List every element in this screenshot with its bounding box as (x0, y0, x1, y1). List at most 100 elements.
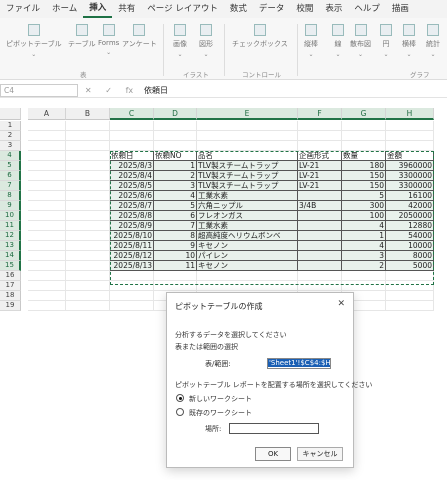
cell[interactable] (28, 181, 66, 191)
cell[interactable] (386, 141, 434, 151)
new-worksheet-radio[interactable] (176, 394, 184, 402)
cell[interactable] (110, 131, 154, 141)
table-cell[interactable]: 150 (342, 171, 386, 181)
cell[interactable] (28, 151, 66, 161)
cell[interactable] (298, 281, 342, 291)
cell[interactable] (28, 161, 66, 171)
menu-file[interactable]: ファイル (0, 0, 46, 18)
table-cell[interactable] (298, 211, 342, 221)
table-cell[interactable]: 4 (342, 241, 386, 251)
table-cell[interactable]: 3300000 (386, 181, 434, 191)
table-cell[interactable]: 2025/8/6 (110, 191, 154, 201)
cell[interactable] (342, 131, 386, 141)
cell[interactable] (154, 271, 197, 281)
table-cell[interactable]: 4 (154, 191, 197, 201)
table-cell[interactable]: パイレン (197, 251, 298, 261)
table-cell[interactable]: 5 (342, 191, 386, 201)
statistics-chart-button[interactable]: 統計 ⌄ (426, 24, 440, 58)
table-cell[interactable]: 2025/8/4 (110, 171, 154, 181)
table-cell[interactable]: 9 (154, 241, 197, 251)
cell[interactable] (28, 121, 66, 131)
table-cell[interactable]: キセノン (197, 261, 298, 271)
formula-input[interactable]: 依頼日 (140, 84, 447, 97)
menu-draw[interactable]: 描画 (386, 0, 415, 18)
table-cell[interactable]: 1 (342, 231, 386, 241)
pivottable-button[interactable]: ピボットテーブル ⌄ (6, 24, 62, 58)
cell[interactable] (66, 121, 110, 131)
cell[interactable] (28, 291, 66, 301)
table-cell[interactable]: 8 (154, 231, 197, 241)
menu-formulas[interactable]: 数式 (224, 0, 253, 18)
scatter-chart-button[interactable]: 散布図 ⌄ (350, 24, 371, 58)
cell[interactable] (66, 171, 110, 181)
table-cell[interactable] (298, 251, 342, 261)
table-header-cell[interactable]: 依頼日 (110, 151, 154, 161)
fx-icon[interactable]: fx (126, 86, 134, 95)
row-header-4[interactable]: 4 (0, 151, 21, 161)
cell[interactable] (197, 131, 298, 141)
menu-data[interactable]: データ (253, 0, 291, 18)
cell[interactable] (66, 211, 110, 221)
cell[interactable] (28, 301, 66, 311)
cell[interactable] (66, 291, 110, 301)
cell[interactable] (28, 221, 66, 231)
table-cell[interactable]: 2 (154, 171, 197, 181)
table-cell[interactable]: 3960000 (386, 161, 434, 171)
cell[interactable] (66, 251, 110, 261)
cell[interactable] (197, 141, 298, 151)
cell[interactable] (28, 171, 66, 181)
table-cell[interactable]: 超高純度ヘリウムボンベ (197, 231, 298, 241)
table-cell[interactable]: 300 (342, 201, 386, 211)
cell[interactable] (66, 281, 110, 291)
enter-icon[interactable]: ✓ (105, 86, 112, 95)
row-header-16[interactable]: 16 (0, 271, 21, 281)
name-box[interactable]: C4 (0, 84, 78, 97)
cell[interactable] (298, 271, 342, 281)
column-header-B[interactable]: B (66, 108, 110, 120)
row-header-11[interactable]: 11 (0, 221, 21, 231)
row-header-14[interactable]: 14 (0, 251, 21, 261)
table-cell[interactable]: フレオンガス (197, 211, 298, 221)
cell[interactable] (110, 301, 154, 311)
row-header-2[interactable]: 2 (0, 131, 21, 141)
cell[interactable] (28, 211, 66, 221)
table-cell[interactable]: 2025/8/12 (110, 251, 154, 261)
cancel-icon[interactable]: ✕ (85, 86, 92, 95)
cell[interactable] (66, 231, 110, 241)
table-cell[interactable]: 54000 (386, 231, 434, 241)
table-cell[interactable]: LV-21 (298, 161, 342, 171)
table-cell[interactable] (298, 231, 342, 241)
close-icon[interactable]: ✕ (337, 299, 345, 309)
table-cell[interactable] (298, 191, 342, 201)
table-cell[interactable]: 5000 (386, 261, 434, 271)
column-header-E[interactable]: E (197, 108, 298, 120)
cell[interactable] (66, 201, 110, 211)
select-all-corner[interactable] (0, 108, 21, 120)
cell[interactable] (154, 281, 197, 291)
row-header-3[interactable]: 3 (0, 141, 21, 151)
table-cell[interactable]: 3 (342, 251, 386, 261)
table-cell[interactable]: 2025/8/9 (110, 221, 154, 231)
row-header-6[interactable]: 6 (0, 171, 21, 181)
table-cell[interactable] (298, 241, 342, 251)
table-cell[interactable]: 16100 (386, 191, 434, 201)
cell[interactable] (386, 301, 434, 311)
range-input[interactable]: 'Sheet1'!$C$4:$H$15 (267, 358, 331, 369)
cell[interactable] (154, 131, 197, 141)
table-cell[interactable]: 11 (154, 261, 197, 271)
checkbox-button[interactable]: チェックボックス (232, 24, 288, 49)
row-header-8[interactable]: 8 (0, 191, 21, 201)
table-cell[interactable]: TLV製スチームトラップ (197, 161, 298, 171)
table-cell[interactable]: 10 (154, 251, 197, 261)
table-button[interactable]: テーブル (68, 24, 96, 49)
menu-home[interactable]: ホーム (46, 0, 83, 18)
table-cell[interactable]: TLV製スチームトラップ (197, 171, 298, 181)
table-cell[interactable]: 100 (342, 211, 386, 221)
column-header-C[interactable]: C (110, 108, 154, 120)
cell[interactable] (28, 281, 66, 291)
column-header-H[interactable]: H (386, 108, 434, 120)
row-header-15[interactable]: 15 (0, 261, 21, 271)
table-cell[interactable]: 六角ニップル (197, 201, 298, 211)
table-cell[interactable]: 2025/8/11 (110, 241, 154, 251)
cell[interactable] (110, 121, 154, 131)
